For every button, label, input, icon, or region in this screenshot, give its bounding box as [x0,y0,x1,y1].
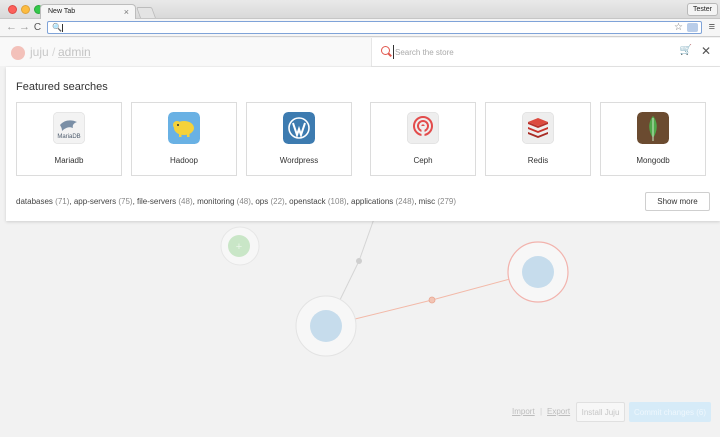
browser-toolbar: ← → C 🔍 ☆ ≡ [0,19,720,37]
back-icon[interactable]: ← [5,20,18,35]
tag-openstack[interactable]: openstack (108) [289,197,346,206]
card-label: Mongodb [636,156,670,165]
tag-file-servers[interactable]: file-servers (48) [137,197,193,206]
extension-icon[interactable] [687,23,698,32]
import-link[interactable]: Import [512,407,535,416]
featured-card-mongodb[interactable]: Mongodb [600,102,706,176]
relation-indicator [428,296,436,304]
omnibox-search-icon: 🔍 [52,23,62,32]
tag-misc[interactable]: misc (279) [419,197,456,206]
redis-icon [522,112,554,144]
breadcrumb-separator: / [52,45,56,59]
close-icon[interactable]: ✕ [701,44,711,58]
commit-changes-button[interactable]: Commit changes (6) [629,402,711,422]
text-caret [62,24,63,32]
tab-close-icon[interactable]: × [124,7,129,17]
svg-text:MariaDB: MariaDB [57,134,80,140]
install-juju-button[interactable]: Install Juju [576,402,625,422]
cart-icon[interactable]: 🛒 [680,45,692,57]
new-tab-button[interactable] [135,7,157,18]
featured-card-wordpress[interactable]: Wordpress [246,102,352,176]
add-service-icon: + [236,241,242,253]
reload-icon[interactable]: C [31,20,44,35]
mysql-icon [522,256,554,288]
tag-list: databases (71), app-servers (75), file-s… [16,197,457,206]
tab-title: New Tab [48,8,76,15]
ceph-icon [407,112,439,144]
mongodb-leaf-icon [637,112,669,144]
featured-card-ceph[interactable]: Ceph [370,102,476,176]
show-more-button[interactable]: Show more [645,192,710,211]
relation-indicator [356,258,362,264]
relation-line [358,215,376,262]
logo-text[interactable]: juju [30,45,49,59]
relation-line [354,299,433,320]
export-link[interactable]: Export [547,407,570,416]
browser-titlebar: New Tab × Tester [0,0,720,20]
juju-logo-icon[interactable] [11,46,25,60]
hadoop-elephant-icon [168,112,200,144]
card-label: Ceph [413,156,433,165]
store-search-bar: 🛒 ✕ [371,38,720,67]
forward-icon[interactable]: → [18,20,31,35]
tag-applications[interactable]: applications (248) [351,197,414,206]
featured-card-hadoop[interactable]: Hadoop [131,102,237,176]
window-close-button[interactable] [8,5,17,14]
panel-title: Featured searches [16,81,108,93]
card-label: Hadoop [169,156,199,165]
card-label: Wordpress [279,156,319,165]
relation-line [431,278,511,301]
tag-ops[interactable]: ops (22) [255,197,284,206]
featured-searches-panel: Featured searches MariaDB Mariadb Hadoop [6,67,720,221]
user-link[interactable]: admin [58,45,91,59]
search-icon [381,46,390,55]
card-label: Mariadb [54,156,84,165]
mariadb-seal-icon: MariaDB [53,112,85,144]
browser-tab[interactable]: New Tab × [40,4,136,20]
footer-separator: | [540,407,543,416]
window-minimize-button[interactable] [21,5,30,14]
featured-card-mariadb[interactable]: MariaDB Mariadb [16,102,122,176]
profile-button[interactable]: Tester [686,3,718,16]
wordpress-icon [283,112,315,144]
tag-app-servers[interactable]: app-servers (75) [74,197,133,206]
browser-menu-icon[interactable]: ≡ [709,21,715,34]
tag-monitoring[interactable]: monitoring (48) [197,197,251,206]
featured-card-redis[interactable]: Redis [485,102,591,176]
mariadb-service-icon [310,310,342,342]
store-search-input[interactable] [393,45,673,59]
address-bar[interactable]: 🔍 ☆ [47,21,702,34]
bookmark-star-icon[interactable]: ☆ [674,22,683,33]
card-label: Redis [527,156,549,165]
tag-databases[interactable]: databases (71) [16,197,69,206]
